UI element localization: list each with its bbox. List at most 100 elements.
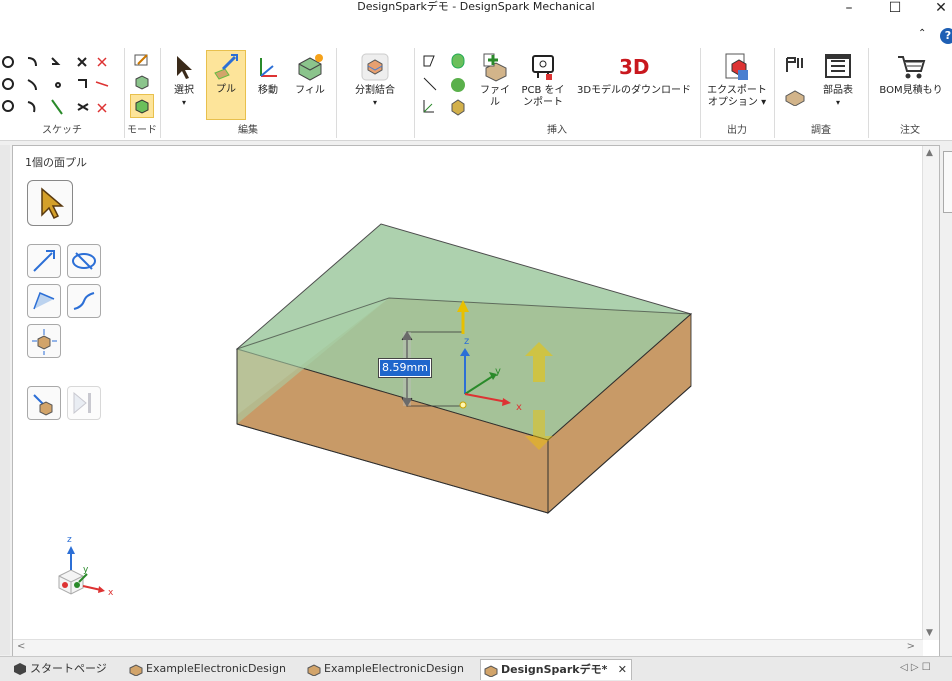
ribbon-top: ⌃ ? bbox=[0, 22, 952, 48]
sketch-mode-icon[interactable] bbox=[134, 52, 150, 68]
split-combine-button[interactable]: 分割結合 ▾ bbox=[342, 52, 408, 116]
scroll-down-icon[interactable]: ▼ bbox=[926, 628, 933, 638]
pull-icon bbox=[214, 54, 238, 80]
export-icon bbox=[725, 53, 748, 80]
select-dropdown-icon: ▾ bbox=[181, 98, 186, 107]
tab-nav-arrows-icon[interactable]: ◁ ▷ ☐ bbox=[900, 662, 931, 673]
pcb-label-1: PCB をイ bbox=[521, 85, 565, 96]
arrow-cursor-icon bbox=[177, 56, 192, 79]
3d-mode-button[interactable] bbox=[130, 94, 154, 118]
tab-start-page-label: スタートページ bbox=[30, 662, 107, 675]
view-orientation-cube[interactable]: z y x bbox=[58, 535, 114, 598]
triad-z-label: z bbox=[464, 336, 469, 347]
file-label: ファイル bbox=[480, 85, 510, 108]
export-options-button[interactable]: エクスポート オプション ▾ bbox=[704, 52, 770, 116]
3d-mode-icon bbox=[135, 99, 149, 114]
export-label-1: エクスポート bbox=[707, 85, 767, 96]
file-insert-icon bbox=[483, 53, 507, 82]
minimize-button[interactable]: – bbox=[826, 0, 872, 20]
tab-designspark-demo[interactable]: DesignSparkデモ* ✕ bbox=[480, 659, 632, 680]
pivot-point[interactable] bbox=[459, 401, 467, 409]
section-mode-icon[interactable] bbox=[134, 74, 150, 90]
insert-small-icons[interactable] bbox=[420, 52, 470, 118]
tab-example-design-1[interactable]: ExampleElectronicDesign bbox=[126, 659, 306, 679]
group-label-output: 出力 bbox=[727, 125, 747, 136]
move-label: 移動 bbox=[258, 85, 278, 96]
help-icon[interactable]: ? bbox=[940, 28, 952, 44]
close-tab-icon[interactable]: ✕ bbox=[618, 660, 627, 680]
design-file-icon bbox=[484, 665, 498, 677]
parts-list-dropdown-icon: ▾ bbox=[835, 98, 840, 107]
left-dock-strip bbox=[0, 145, 10, 655]
group-sketch: スケッチ bbox=[0, 48, 125, 138]
group-output: エクスポート オプション ▾ 出力 bbox=[700, 48, 775, 138]
scroll-up-icon[interactable]: ▲ bbox=[926, 148, 933, 158]
svg-text:y: y bbox=[83, 565, 89, 575]
scroll-left-icon[interactable]: < bbox=[17, 641, 25, 652]
fill-icon bbox=[298, 54, 323, 81]
fill-label: フィル bbox=[295, 85, 325, 96]
download-3d-label: 3Dモデルのダウンロード bbox=[576, 85, 692, 96]
group-investigate: 部品表 ▾ 調査 bbox=[774, 48, 869, 138]
scroll-right-icon[interactable]: > bbox=[907, 641, 915, 652]
tab-example-design-1-label: ExampleElectronicDesign bbox=[146, 662, 286, 675]
design-file-icon bbox=[307, 664, 321, 676]
pcb-icon bbox=[532, 55, 554, 80]
pcb-import-button[interactable]: PCB をイ ンポート bbox=[518, 52, 568, 116]
document-tabs: スタートページ ExampleElectronicDesign ExampleE… bbox=[0, 656, 952, 681]
group-label-sketch: スケッチ bbox=[42, 125, 82, 136]
parts-list-button[interactable]: 部品表 ▾ bbox=[814, 52, 862, 116]
download-3d-button[interactable]: 3D 3Dモデルのダウンロード bbox=[574, 52, 694, 116]
horizontal-scrollbar[interactable]: < > bbox=[13, 639, 923, 656]
svg-text:3D: 3D bbox=[619, 55, 650, 79]
group-combine: 分割結合 ▾ bbox=[336, 48, 415, 138]
insert-file-button[interactable]: ファイル bbox=[476, 52, 514, 116]
ribbon: ⌃ ? スケッチ モード 選択 ▾ プル 移動 フィル 編集 分割結合 ▾ ファ… bbox=[0, 22, 952, 141]
design-viewport[interactable]: 1個の面プル z y x z y x 8.59mm ▲ ▼ < > bbox=[12, 145, 940, 657]
svg-text:z: z bbox=[67, 535, 72, 545]
model-canvas[interactable]: z y x z y x bbox=[13, 146, 939, 656]
combine-icon bbox=[361, 53, 389, 81]
group-label-investigate: 調査 bbox=[811, 125, 831, 136]
shopping-cart-icon bbox=[898, 56, 926, 79]
bom-quote-label: BOM見積もり bbox=[879, 85, 943, 96]
group-label-order: 注文 bbox=[900, 125, 920, 136]
export-label-2: オプション ▾ bbox=[707, 97, 767, 108]
tab-example-design-2-label: ExampleElectronicDesign bbox=[324, 662, 464, 675]
maximize-button[interactable]: ☐ bbox=[872, 0, 918, 20]
parts-list-icon bbox=[825, 54, 851, 78]
measure-icon[interactable] bbox=[784, 54, 806, 76]
window-title: DesignSparkデモ - DesignSpark Mechanical bbox=[357, 0, 595, 13]
bom-quote-button[interactable]: BOM見積もり bbox=[872, 52, 950, 116]
dimension-input[interactable]: 8.59mm bbox=[378, 358, 432, 378]
tab-start-page[interactable]: スタートページ bbox=[10, 659, 130, 679]
design-file-icon bbox=[129, 664, 143, 676]
parts-list-label: 部品表 bbox=[823, 85, 853, 96]
group-edit: 選択 ▾ プル 移動 フィル 編集 bbox=[160, 48, 337, 138]
collapse-ribbon-icon[interactable]: ⌃ bbox=[918, 28, 926, 39]
close-button[interactable]: ✕ bbox=[918, 0, 952, 20]
cube-icon bbox=[14, 663, 26, 675]
pull-label: プル bbox=[216, 84, 236, 95]
right-panel-tab[interactable] bbox=[943, 151, 952, 213]
mass-properties-icon[interactable] bbox=[784, 84, 806, 106]
group-mode: モード bbox=[124, 48, 161, 138]
fill-tool-button[interactable]: フィル bbox=[290, 52, 330, 116]
tab-example-design-2[interactable]: ExampleElectronicDesign bbox=[304, 659, 484, 679]
right-dock-strip bbox=[942, 145, 952, 655]
pull-tool-button[interactable]: プル bbox=[206, 50, 246, 120]
triad-x-label: x bbox=[516, 402, 522, 413]
3d-download-icon: 3D bbox=[619, 55, 650, 79]
group-label-edit: 編集 bbox=[238, 125, 258, 136]
group-label-mode: モード bbox=[127, 125, 157, 136]
group-insert: ファイル PCB をイ ンポート 3D 3Dモデルのダウンロード 挿入 bbox=[414, 48, 701, 138]
pcb-label-2: ンポート bbox=[523, 97, 563, 108]
title-bar: DesignSparkデモ - DesignSpark Mechanical –… bbox=[0, 0, 952, 22]
select-label: 選択 bbox=[174, 85, 194, 96]
svg-text:x: x bbox=[108, 588, 114, 598]
move-tool-button[interactable]: 移動 bbox=[248, 52, 288, 116]
select-tool-button[interactable]: 選択 ▾ bbox=[166, 52, 202, 116]
sketch-tools-icon[interactable] bbox=[0, 52, 124, 122]
triad-y-label: y bbox=[495, 366, 501, 377]
vertical-scrollbar[interactable]: ▲ ▼ bbox=[922, 146, 939, 640]
